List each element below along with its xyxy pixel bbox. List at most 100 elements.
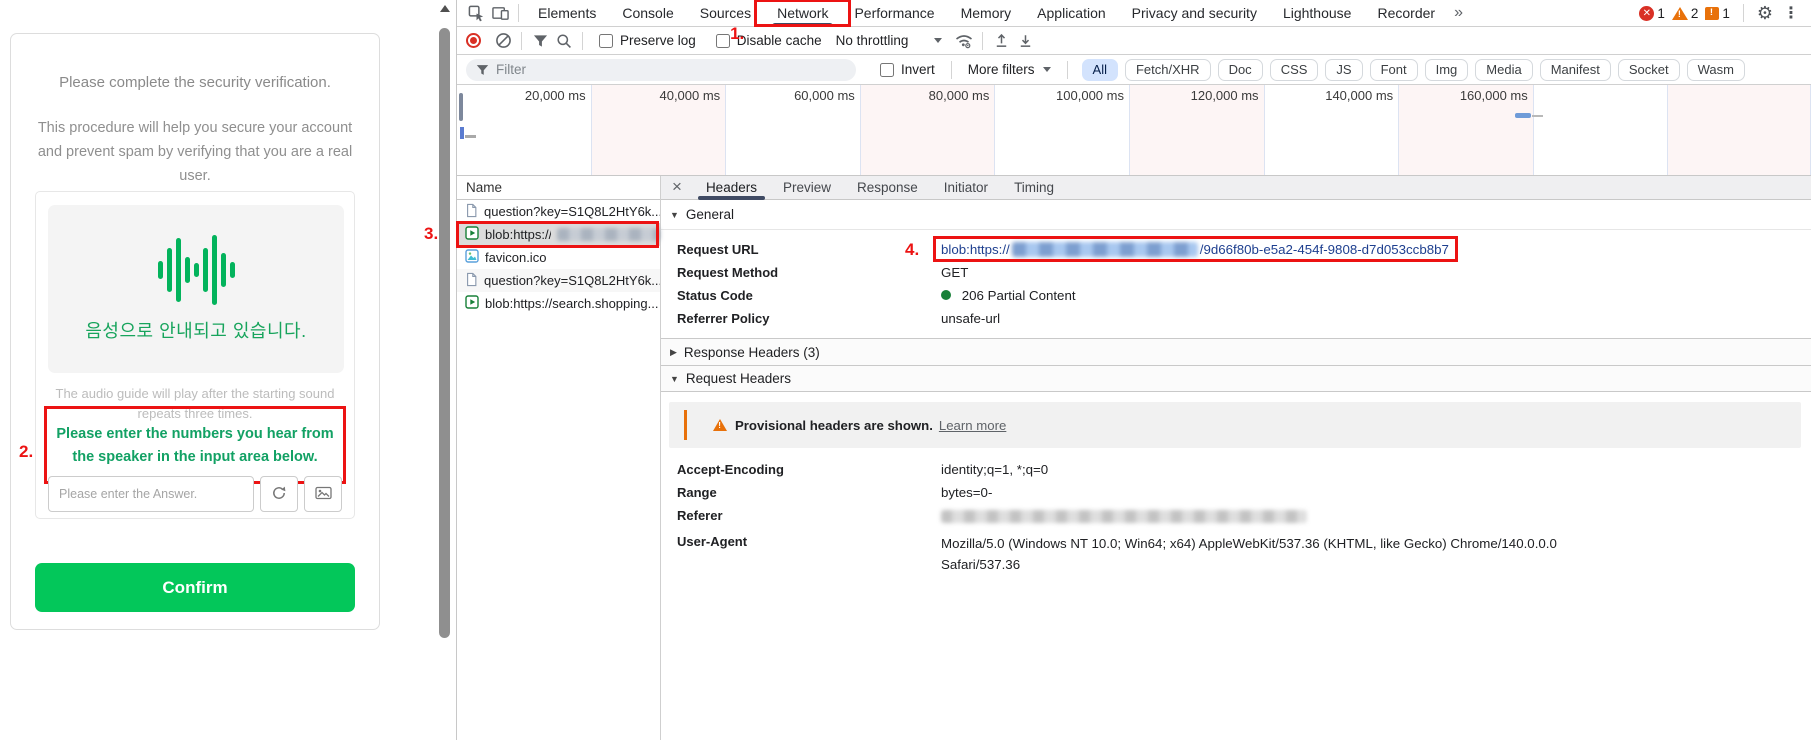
settings-gear-icon[interactable]: ⚙ (1757, 4, 1773, 22)
chip-doc[interactable]: Doc (1218, 59, 1263, 81)
scrollbar-thumb[interactable] (439, 28, 450, 638)
triangle-open-icon: ▼ (670, 210, 679, 220)
timeline-cell: 160,000 ms (1399, 85, 1534, 175)
confirm-button[interactable]: Confirm (35, 563, 355, 612)
triangle-open-icon: ▼ (670, 374, 679, 384)
request-row-favicon[interactable]: favicon.ico (457, 246, 660, 269)
chip-img[interactable]: Img (1425, 59, 1469, 81)
request-row-question-1[interactable]: question?key=S1Q8L2HtY6k... (457, 200, 660, 223)
learn-more-link[interactable]: Learn more (939, 418, 1006, 433)
filter-toggle-icon[interactable] (528, 29, 552, 53)
annotation-number-2: 2. (19, 442, 33, 462)
security-verification-card: Please complete the security verificatio… (10, 33, 380, 630)
captcha-title: Please complete the security verificatio… (11, 74, 379, 91)
preserve-log-checkbox[interactable]: Preserve log (599, 33, 696, 48)
close-icon[interactable]: × (661, 177, 693, 199)
issues-badge[interactable]: 1 (1705, 6, 1730, 21)
image-captcha-button[interactable] (304, 476, 342, 512)
tab-lighthouse[interactable]: Lighthouse (1270, 0, 1365, 27)
name-column-header[interactable]: Name (457, 176, 660, 200)
detail-tab-preview[interactable]: Preview (770, 176, 844, 200)
search-icon[interactable] (552, 29, 576, 53)
tab-elements[interactable]: Elements (525, 0, 609, 27)
request-url-row: Request URL blob:https:// /9d66f80b-e5a2… (661, 230, 1811, 261)
request-row-blob-selected[interactable]: blob:https:// 3. (457, 223, 660, 246)
chip-js[interactable]: JS (1325, 59, 1362, 81)
divider (518, 4, 519, 22)
general-section-header[interactable]: ▼ General (661, 200, 1811, 230)
range-row: Range bytes=0- (661, 481, 1811, 504)
chip-socket[interactable]: Socket (1618, 59, 1680, 81)
divider (582, 32, 583, 50)
audio-guide-box: 음성으로 안내되고 있습니다. (48, 205, 344, 373)
clear-network-log-button[interactable] (491, 29, 515, 53)
chip-manifest[interactable]: Manifest (1540, 59, 1611, 81)
devtools-panel: Elements Console Sources Network 1. Perf… (456, 0, 1811, 740)
tab-sources[interactable]: Sources (687, 0, 764, 27)
timeline-cell: 60,000 ms (726, 85, 861, 175)
tab-recorder[interactable]: Recorder (1364, 0, 1448, 27)
invert-checkbox[interactable]: Invert (880, 62, 935, 77)
warnings-badge[interactable]: 2 (1672, 6, 1699, 21)
timeline-cell: 100,000 ms (995, 85, 1130, 175)
timeline-cell (1668, 85, 1811, 175)
answer-input[interactable] (48, 476, 254, 512)
record-network-log-button[interactable] (466, 33, 481, 48)
tab-console[interactable]: Console (609, 0, 686, 27)
page-scrollbar[interactable] (437, 0, 453, 740)
request-type-chips: All Fetch/XHR Doc CSS JS Font Img Media … (1082, 59, 1745, 81)
user-agent-row: User-Agent Mozilla/5.0 (Windows NT 10.0;… (661, 530, 1811, 579)
document-icon (465, 203, 478, 221)
warning-icon (713, 419, 727, 431)
chip-css[interactable]: CSS (1270, 59, 1319, 81)
more-tabs-icon[interactable]: » (1448, 4, 1469, 22)
response-headers-section-header[interactable]: ▶ Response Headers (3) (661, 338, 1811, 365)
divider (982, 32, 983, 50)
tab-performance[interactable]: Performance (841, 0, 947, 27)
detail-tab-initiator[interactable]: Initiator (931, 176, 1001, 200)
detail-tab-response[interactable]: Response (844, 176, 931, 200)
request-headers-section-header[interactable]: ▼ Request Headers (661, 365, 1811, 392)
network-overview-timeline[interactable]: 20,000 ms 40,000 ms 60,000 ms 80,000 ms … (457, 85, 1811, 176)
export-har-icon[interactable] (1013, 29, 1037, 53)
import-har-icon[interactable] (989, 29, 1013, 53)
detail-tab-timing[interactable]: Timing (1001, 176, 1067, 200)
disable-cache-checkbox[interactable]: Disable cache (716, 33, 822, 48)
detail-tab-headers[interactable]: Headers (693, 176, 770, 200)
more-filters-dropdown[interactable]: More filters (968, 62, 1051, 77)
refresh-audio-button[interactable] (260, 476, 298, 512)
chip-media[interactable]: Media (1475, 59, 1532, 81)
refresh-icon (271, 485, 287, 504)
blurred-url-fragment (557, 228, 660, 241)
issue-icon (1705, 7, 1719, 20)
referer-row: Referer (661, 504, 1811, 530)
inspect-element-button[interactable] (464, 1, 488, 25)
chip-all[interactable]: All (1082, 59, 1118, 81)
tab-network[interactable]: Network 1. (764, 0, 841, 27)
filter-input[interactable]: Filter (466, 59, 856, 81)
tab-privacy-and-security[interactable]: Privacy and security (1119, 0, 1270, 27)
timeline-cell: 120,000 ms (1130, 85, 1265, 175)
chip-fetch-xhr[interactable]: Fetch/XHR (1125, 59, 1211, 81)
device-toolbar-button[interactable] (488, 1, 512, 25)
request-row-question-2[interactable]: question?key=S1Q8L2HtY6k... (457, 269, 660, 292)
timeline-cell: 20,000 ms (457, 85, 592, 175)
timeline-cell: 80,000 ms (861, 85, 996, 175)
chip-wasm[interactable]: Wasm (1687, 59, 1745, 81)
scroll-up-arrow-icon[interactable] (440, 5, 450, 12)
errors-badge[interactable]: ✕ 1 (1639, 6, 1665, 21)
filter-bar: Filter Invert More filters All Fetch/XHR… (457, 55, 1811, 85)
chip-font[interactable]: Font (1370, 59, 1418, 81)
throttling-dropdown[interactable]: No throttling (836, 33, 943, 48)
request-url-value[interactable]: blob:https:// /9d66f80b-e5a2-454f-9808-d… (941, 242, 1449, 257)
warning-icon (1672, 7, 1688, 20)
network-conditions-icon[interactable] (952, 29, 976, 53)
status-green-dot-icon (941, 290, 951, 300)
tab-memory[interactable]: Memory (948, 0, 1025, 27)
filter-placeholder: Filter (496, 62, 526, 77)
media-play-icon (465, 226, 479, 243)
tab-application[interactable]: Application (1024, 0, 1119, 27)
funnel-icon (476, 64, 489, 76)
request-row-blob-search[interactable]: blob:https://search.shopping... (457, 292, 660, 315)
devtools-menu-icon[interactable]: ⋮ (1780, 3, 1802, 23)
